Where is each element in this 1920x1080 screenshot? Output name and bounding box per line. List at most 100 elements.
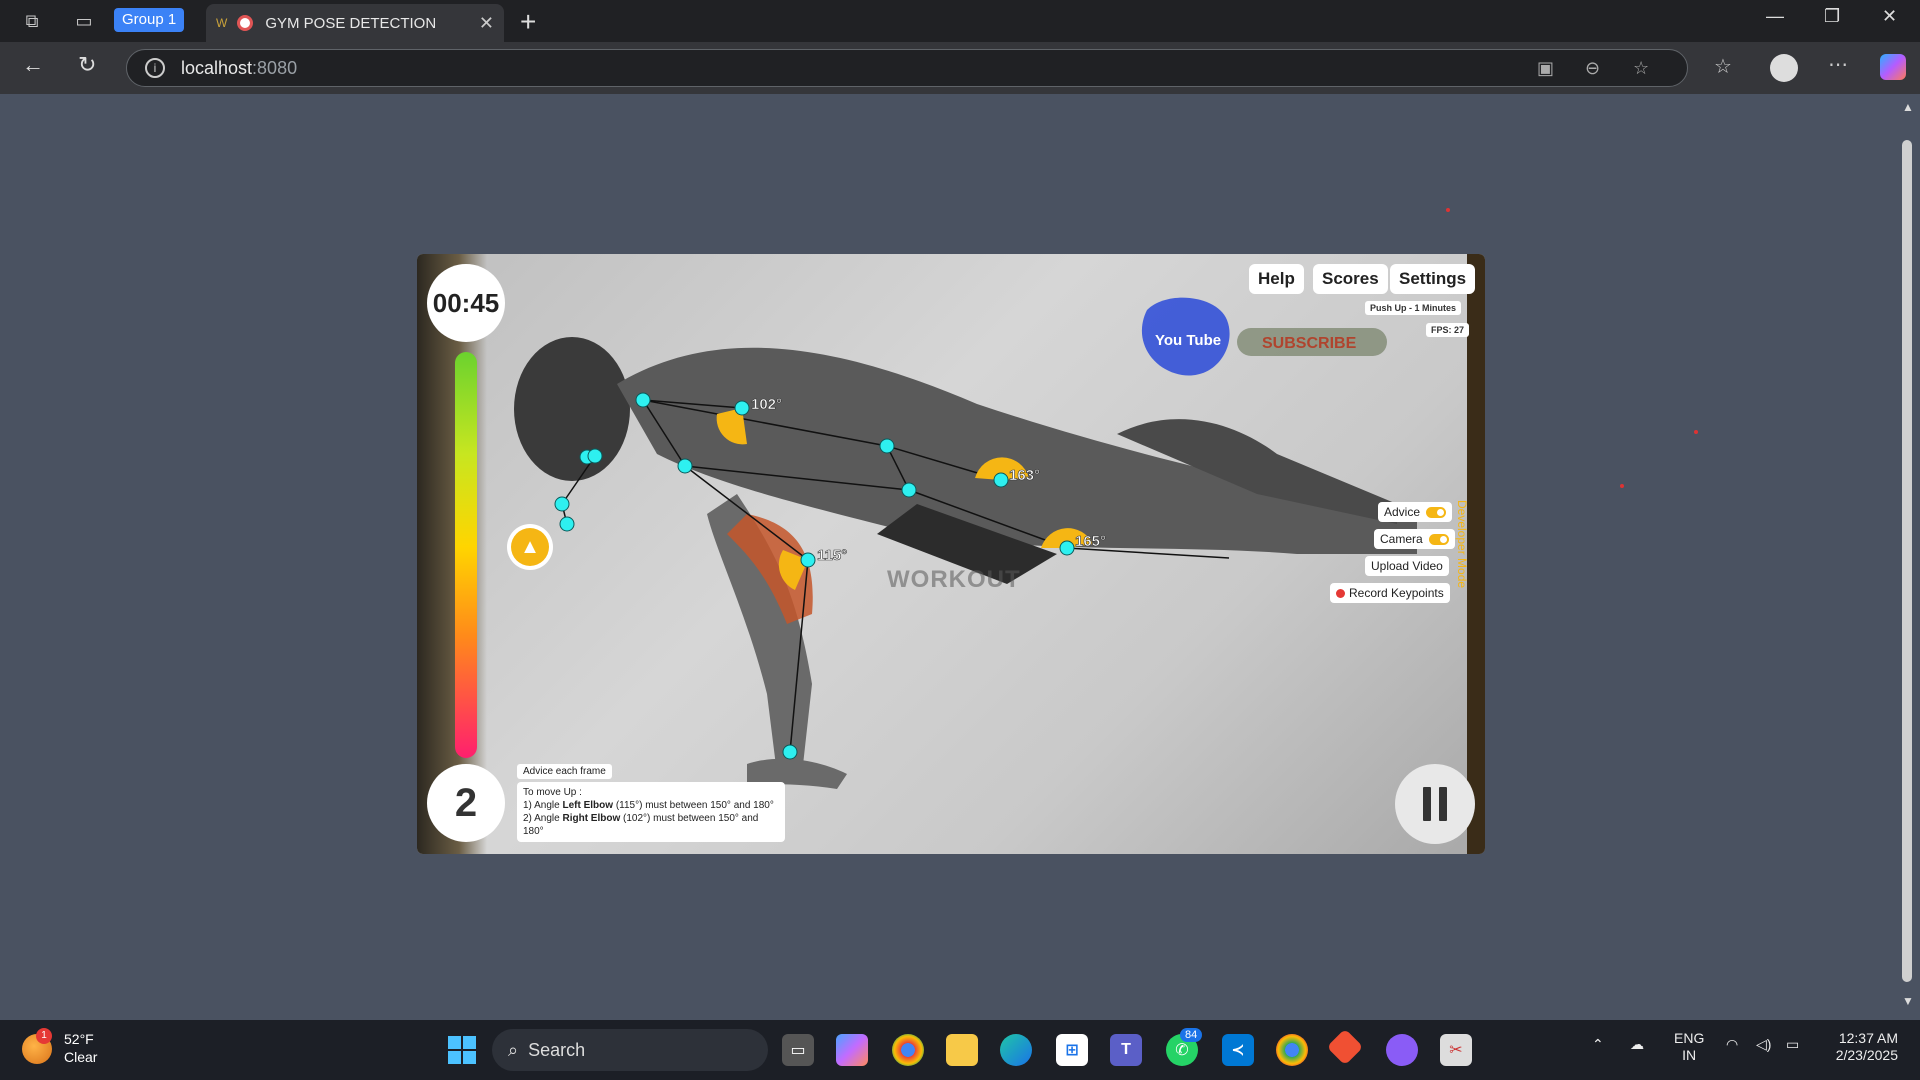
angle-label: 163° — [1009, 467, 1040, 484]
file-explorer-icon[interactable] — [946, 1034, 978, 1066]
move-up-indicator: ▲ — [507, 524, 553, 570]
record-keypoints-button[interactable]: Record Keypoints — [1330, 583, 1450, 603]
keypoint — [782, 744, 798, 760]
camera-toggle[interactable]: Camera — [1374, 529, 1455, 549]
whatsapp-badge: 84 — [1180, 1028, 1203, 1042]
store-icon[interactable]: ⊞ — [1056, 1034, 1088, 1066]
keypoint — [800, 552, 816, 568]
scroll-up-icon[interactable]: ▲ — [1902, 100, 1914, 114]
settings-button[interactable]: Settings — [1390, 264, 1476, 294]
camera-switch[interactable] — [1428, 533, 1449, 545]
keypoint — [901, 482, 917, 498]
keypoint — [734, 400, 750, 416]
progress-meter — [455, 352, 477, 758]
active-tab[interactable]: W GYM POSE DETECTION ✕ — [206, 4, 504, 42]
advice-box: To move Up : 1) Angle Left Elbow (115°) … — [517, 782, 785, 842]
site-info-icon[interactable]: i — [145, 58, 165, 78]
tab-group-chip[interactable]: Group 1 — [114, 8, 185, 32]
taskbar-search[interactable]: ⌕ Search — [492, 1029, 768, 1071]
tray-expand-icon[interactable]: ⌃ — [1592, 1036, 1604, 1053]
chrome-profile-icon[interactable] — [1276, 1034, 1308, 1066]
keypoint — [559, 516, 575, 532]
page-scrollbar[interactable]: ▲ ▼ — [1896, 94, 1920, 1016]
scroll-thumb[interactable] — [1902, 140, 1912, 982]
record-dot-icon — [1336, 588, 1345, 598]
copilot-icon[interactable] — [1880, 54, 1906, 80]
tab-title: GYM POSE DETECTION — [265, 14, 437, 32]
task-view-icon[interactable]: ▭ — [782, 1034, 814, 1066]
clock[interactable]: 12:37 AM 2/23/2025 — [1826, 1030, 1898, 1064]
video-frame: WORKOUT You Tube SUBSCRIBE 102° 163° 115… — [417, 254, 1485, 854]
upload-video-button[interactable]: Upload Video — [1365, 556, 1449, 576]
weather-badge: 1 — [36, 1028, 52, 1044]
scores-button[interactable]: Scores — [1313, 264, 1388, 294]
tab-favicon-icon — [237, 15, 254, 31]
keypoint — [587, 448, 603, 464]
advice-toggle[interactable]: Advice — [1378, 502, 1453, 522]
start-icon[interactable] — [446, 1034, 478, 1066]
address-bar[interactable]: i localhost:8080 ▣ ⊖ ☆ — [126, 49, 1688, 87]
url-host: localhost — [181, 57, 253, 78]
rep-counter: 2 — [427, 764, 505, 842]
tab-bar: ⧉ ▭ Group 1 W GYM POSE DETECTION ✕ + — ❐… — [0, 0, 1920, 42]
pose-bones — [561, 399, 1230, 753]
new-tab-icon[interactable]: + — [520, 6, 536, 38]
scroll-down-icon[interactable]: ▼ — [1902, 994, 1914, 1008]
taskbar: 1 52°F Clear ⌕ Search ▭ ⊞ T ✆ 84 ≺ ✂ ⌃ ☁… — [0, 1020, 1920, 1080]
close-tab-icon[interactable]: ✕ — [479, 13, 494, 34]
timer-display: 00:45 — [427, 264, 505, 342]
reload-icon[interactable]: ↻ — [78, 52, 96, 78]
camera-icon[interactable]: ▣ — [1537, 58, 1554, 79]
advice-line-1: 1) Angle Left Elbow (115°) must between … — [523, 800, 774, 811]
snipping-tool-icon[interactable]: ✂ — [1440, 1034, 1472, 1066]
pause-icon — [1423, 787, 1431, 821]
weather-widget[interactable]: 52°F Clear — [64, 1030, 97, 1066]
edge-icon[interactable] — [1000, 1034, 1032, 1066]
exercise-label: Push Up - 1 Minutes — [1365, 301, 1462, 315]
favorites-icon[interactable]: ☆ — [1714, 54, 1732, 79]
help-button[interactable]: Help — [1249, 264, 1304, 294]
battery-icon[interactable]: ▭ — [1786, 1036, 1799, 1053]
keypoint — [554, 496, 570, 512]
teams-icon[interactable]: T — [1110, 1034, 1142, 1066]
favorite-star-icon[interactable]: ☆ — [1633, 58, 1649, 79]
arrow-up-icon: ▲ — [511, 528, 549, 566]
pause-button[interactable] — [1395, 764, 1475, 844]
vscode-icon[interactable]: ≺ — [1222, 1034, 1254, 1066]
developer-mode-label[interactable]: Developer Mode — [1455, 500, 1469, 588]
address-toolbar: ← ↻ i localhost:8080 ▣ ⊖ ☆ ☆ ⋯ — [0, 42, 1920, 94]
keypoint — [677, 458, 693, 474]
keypoint — [635, 392, 651, 408]
keypoint — [879, 438, 895, 454]
minimize-icon[interactable]: — — [1766, 6, 1784, 27]
language-indicator[interactable]: ENG IN — [1674, 1030, 1704, 1064]
tab-actions-icon[interactable]: ▭ — [66, 3, 102, 39]
back-icon[interactable]: ← — [22, 52, 44, 78]
w-favicon-icon: W — [216, 16, 228, 30]
keypoint — [993, 472, 1009, 488]
git-icon[interactable] — [1326, 1028, 1364, 1066]
weather-desc: Clear — [64, 1049, 98, 1065]
chrome-icon[interactable] — [892, 1034, 924, 1066]
more-icon[interactable]: ⋯ — [1828, 52, 1848, 77]
noise-dot — [1446, 208, 1450, 212]
zoom-icon[interactable]: ⊖ — [1585, 58, 1600, 79]
workspaces-icon[interactable]: ⧉ — [14, 3, 50, 39]
advice-intro: To move Up : — [523, 787, 582, 798]
profile-avatar[interactable] — [1770, 54, 1798, 82]
fps-label: FPS: 27 — [1426, 323, 1470, 337]
angle-label: 115° — [817, 547, 847, 564]
copilot-app-icon[interactable] — [836, 1034, 868, 1066]
restore-icon[interactable]: ❐ — [1824, 6, 1840, 27]
close-window-icon[interactable]: ✕ — [1882, 6, 1897, 27]
weather-temp: 52°F — [64, 1031, 94, 1047]
github-icon[interactable] — [1386, 1034, 1418, 1066]
keypoint — [1059, 540, 1075, 556]
volume-icon[interactable]: ◁) — [1756, 1036, 1771, 1053]
onedrive-icon[interactable]: ☁ — [1630, 1036, 1644, 1053]
advice-label: Advice each frame — [517, 764, 612, 779]
angle-label: 102° — [751, 396, 782, 413]
advice-switch[interactable] — [1426, 506, 1447, 518]
search-placeholder: Search — [528, 1039, 586, 1060]
wifi-icon[interactable]: ◠ — [1726, 1036, 1738, 1053]
